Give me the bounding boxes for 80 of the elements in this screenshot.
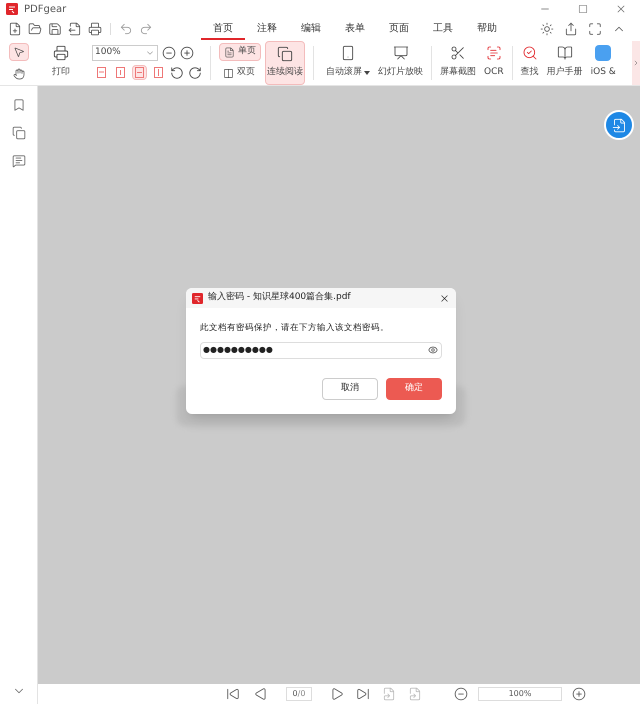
- save-icon[interactable]: [48, 22, 62, 36]
- zoom-out-icon[interactable]: [454, 687, 468, 701]
- zoom-in-icon[interactable]: [180, 46, 194, 60]
- book-icon: [556, 45, 573, 62]
- menu-tab[interactable]: 编辑: [289, 18, 333, 40]
- zoom-out-icon[interactable]: [162, 46, 176, 60]
- show-password-icon[interactable]: [428, 345, 438, 356]
- menu-tab[interactable]: 注释: [245, 18, 289, 40]
- fit-height-icon: [154, 67, 163, 78]
- tool-button[interactable]: 用户手册: [542, 45, 587, 80]
- fit-mode-button[interactable]: [94, 65, 109, 80]
- convert-word-button[interactable]: [604, 110, 634, 140]
- previous-page-icon[interactable]: [254, 687, 268, 701]
- comment-icon[interactable]: [12, 154, 26, 168]
- fit-width-icon: [135, 67, 144, 78]
- document-convert-icon: [612, 118, 626, 132]
- page-icon: [224, 46, 235, 58]
- search-icon: [522, 45, 538, 62]
- select-tool[interactable]: [9, 42, 29, 60]
- tool-button[interactable]: OCR: [480, 45, 508, 80]
- scissors-icon: [450, 45, 466, 62]
- two-pages-icon: [223, 68, 234, 78]
- phone-icon: [340, 45, 356, 62]
- bookmark-icon[interactable]: [12, 98, 26, 112]
- window-title: PDFgear: [24, 2, 66, 16]
- rotate-left-icon[interactable]: [170, 66, 184, 80]
- menu-tab[interactable]: 页面: [377, 18, 421, 40]
- page-mode-button[interactable]: 双页: [219, 64, 261, 82]
- dialog-title: 输入密码 - 知识星球400篇合集.pdf: [208, 291, 351, 304]
- tool-button[interactable]: 屏幕截图: [436, 45, 480, 80]
- maximize-icon: [578, 4, 588, 14]
- tool-button[interactable]: 幻灯片放映: [374, 45, 427, 80]
- zoom-field[interactable]: 100%: [92, 45, 158, 61]
- fit-page-icon: [116, 67, 125, 78]
- brightness-icon[interactable]: [540, 22, 554, 36]
- page-mode-button[interactable]: 单页: [219, 43, 261, 61]
- share-icon[interactable]: [564, 22, 578, 36]
- cursor-icon: [13, 46, 25, 58]
- dialog-message: 此文档有密码保护，请在下方输入该文档密码。: [200, 322, 390, 335]
- tool-button[interactable]: iOS &: [586, 45, 620, 80]
- redo-icon[interactable]: [139, 22, 153, 36]
- new-file-icon[interactable]: [8, 22, 22, 36]
- continuous-read-button[interactable]: 连续阅读: [265, 40, 305, 84]
- chevron-right-icon: [632, 58, 640, 66]
- stacked-pages-icon: [277, 46, 293, 62]
- app-logo-icon: [6, 3, 18, 15]
- menu-tab[interactable]: 工具: [421, 18, 465, 40]
- fit-mode-button[interactable]: [132, 65, 147, 80]
- menu-tab[interactable]: 帮助: [465, 18, 509, 40]
- password-field[interactable]: ●●●●●●●●●●: [200, 342, 442, 359]
- cancel-button[interactable]: 取消: [322, 378, 378, 400]
- dialog-close-button[interactable]: [439, 292, 450, 304]
- first-page-icon[interactable]: [226, 687, 240, 701]
- fit-mode-button[interactable]: [113, 65, 128, 80]
- page-number-field[interactable]: 0/0: [286, 687, 312, 701]
- printer-icon: [53, 45, 69, 62]
- hand-icon: [13, 68, 25, 80]
- bottom-zoom-field[interactable]: 100%: [478, 687, 562, 701]
- next-page-icon[interactable]: [330, 687, 344, 701]
- app-store-icon: [595, 45, 612, 62]
- rotate-right-icon[interactable]: [188, 66, 202, 80]
- tool-button[interactable]: 自动滚屏: [322, 45, 374, 80]
- app-logo-icon: [192, 292, 203, 304]
- menu-tab[interactable]: 首页: [201, 18, 245, 40]
- zoom-in-icon[interactable]: [572, 687, 586, 701]
- close-icon: [439, 292, 450, 304]
- pages-icon[interactable]: [12, 126, 26, 140]
- export-icon[interactable]: [68, 22, 82, 36]
- print-button[interactable]: 打印: [38, 45, 84, 80]
- undo-icon[interactable]: [119, 22, 133, 36]
- folder-icon[interactable]: [28, 22, 42, 36]
- fullscreen-icon[interactable]: [588, 22, 602, 36]
- tool-button[interactable]: 查找: [516, 45, 543, 80]
- presentation-icon: [392, 45, 408, 62]
- menu-tab[interactable]: 表单: [333, 18, 377, 40]
- print-icon[interactable]: [88, 22, 102, 36]
- scan-icon: [486, 45, 502, 62]
- close-icon: [615, 3, 627, 15]
- last-page-icon[interactable]: [356, 687, 370, 701]
- actual-size-icon: [97, 67, 106, 78]
